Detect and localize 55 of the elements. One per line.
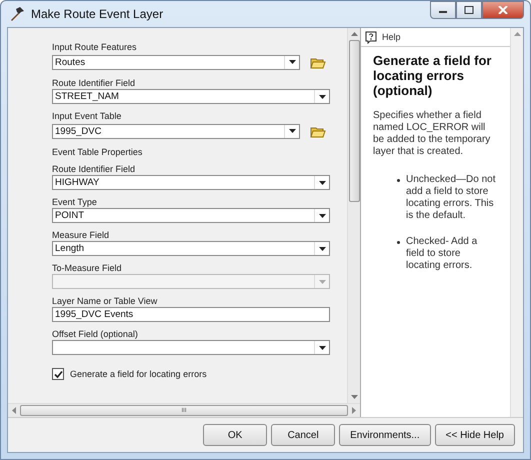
field-label: Input Route Features <box>52 42 138 52</box>
field-label: Route Identifier Field <box>52 164 136 174</box>
right-arrow-icon <box>351 407 357 414</box>
caret-icon <box>318 246 326 250</box>
field-label: Offset Field (optional) <box>52 329 139 339</box>
field-label: Measure Field <box>52 230 110 240</box>
dropdown-field[interactable]: 1995_DVC <box>52 124 300 138</box>
dropdown-field[interactable] <box>52 340 330 355</box>
field-label: Layer Name or Table View <box>52 296 158 306</box>
minimize-button[interactable] <box>430 1 456 19</box>
maximize-button[interactable] <box>456 1 482 19</box>
folder-icon <box>310 124 326 138</box>
dialog-button[interactable]: Cancel <box>271 424 336 446</box>
bullet-icon <box>397 179 400 182</box>
maximize-icon <box>464 6 474 14</box>
help-scrollbar[interactable] <box>510 28 523 417</box>
caret-icon <box>288 60 296 64</box>
close-button[interactable] <box>482 1 524 19</box>
field-label: To-Measure Field <box>52 263 123 273</box>
help-icon <box>365 30 377 44</box>
section-heading: Event Table Properties <box>52 147 144 157</box>
dialog-button[interactable]: Environments... <box>339 424 431 446</box>
down-arrow-icon <box>350 395 358 399</box>
folder-icon <box>310 56 326 68</box>
field-label: Event Type <box>52 197 98 207</box>
checkbox-label: Generate a field for locating errors <box>70 369 207 379</box>
dropdown-field[interactable]: POINT <box>52 208 330 223</box>
vertical-scrollbar[interactable] <box>347 28 360 403</box>
help-bullet-text: Unchecked—Do not add a field to store locating errors. This is the default. <box>406 174 496 222</box>
up-arrow-icon <box>514 32 520 36</box>
help-title: Generate a field for locating errors (optional) <box>373 53 492 98</box>
up-arrow-icon <box>350 32 358 36</box>
caret-icon <box>288 129 296 133</box>
close-icon <box>498 6 508 14</box>
dropdown-field[interactable]: STREET_NAM <box>52 89 330 104</box>
dropdown-field[interactable]: Length <box>52 241 330 256</box>
dropdown-field[interactable]: Routes <box>52 54 300 70</box>
help-bullet-text: Checked- Add a field to store locating errors. <box>406 236 478 272</box>
caret-icon <box>318 94 326 98</box>
dialog-button[interactable]: << Hide Help <box>434 424 515 446</box>
bullet-icon <box>397 241 400 244</box>
caret-icon <box>318 346 326 350</box>
dialog-button[interactable]: OK <box>203 424 268 446</box>
left-arrow-icon <box>11 407 17 414</box>
checkbox[interactable] <box>52 368 64 380</box>
window-title: Make Route Event Layer <box>31 7 164 21</box>
hammer-icon <box>9 6 25 22</box>
dropdown-field[interactable]: HIGHWAY <box>52 175 330 190</box>
field-label: Route Identifier Field <box>52 78 136 88</box>
field-label: Input Event Table <box>52 111 122 121</box>
caret-icon <box>318 214 326 218</box>
help-text: Specifies whether a field named LOC_ERROR will be added to the temporary layer that is created. <box>373 110 492 158</box>
text-field[interactable]: 1995_DVC Events <box>52 307 330 322</box>
caret-icon <box>318 180 326 184</box>
caret-icon <box>318 280 326 284</box>
